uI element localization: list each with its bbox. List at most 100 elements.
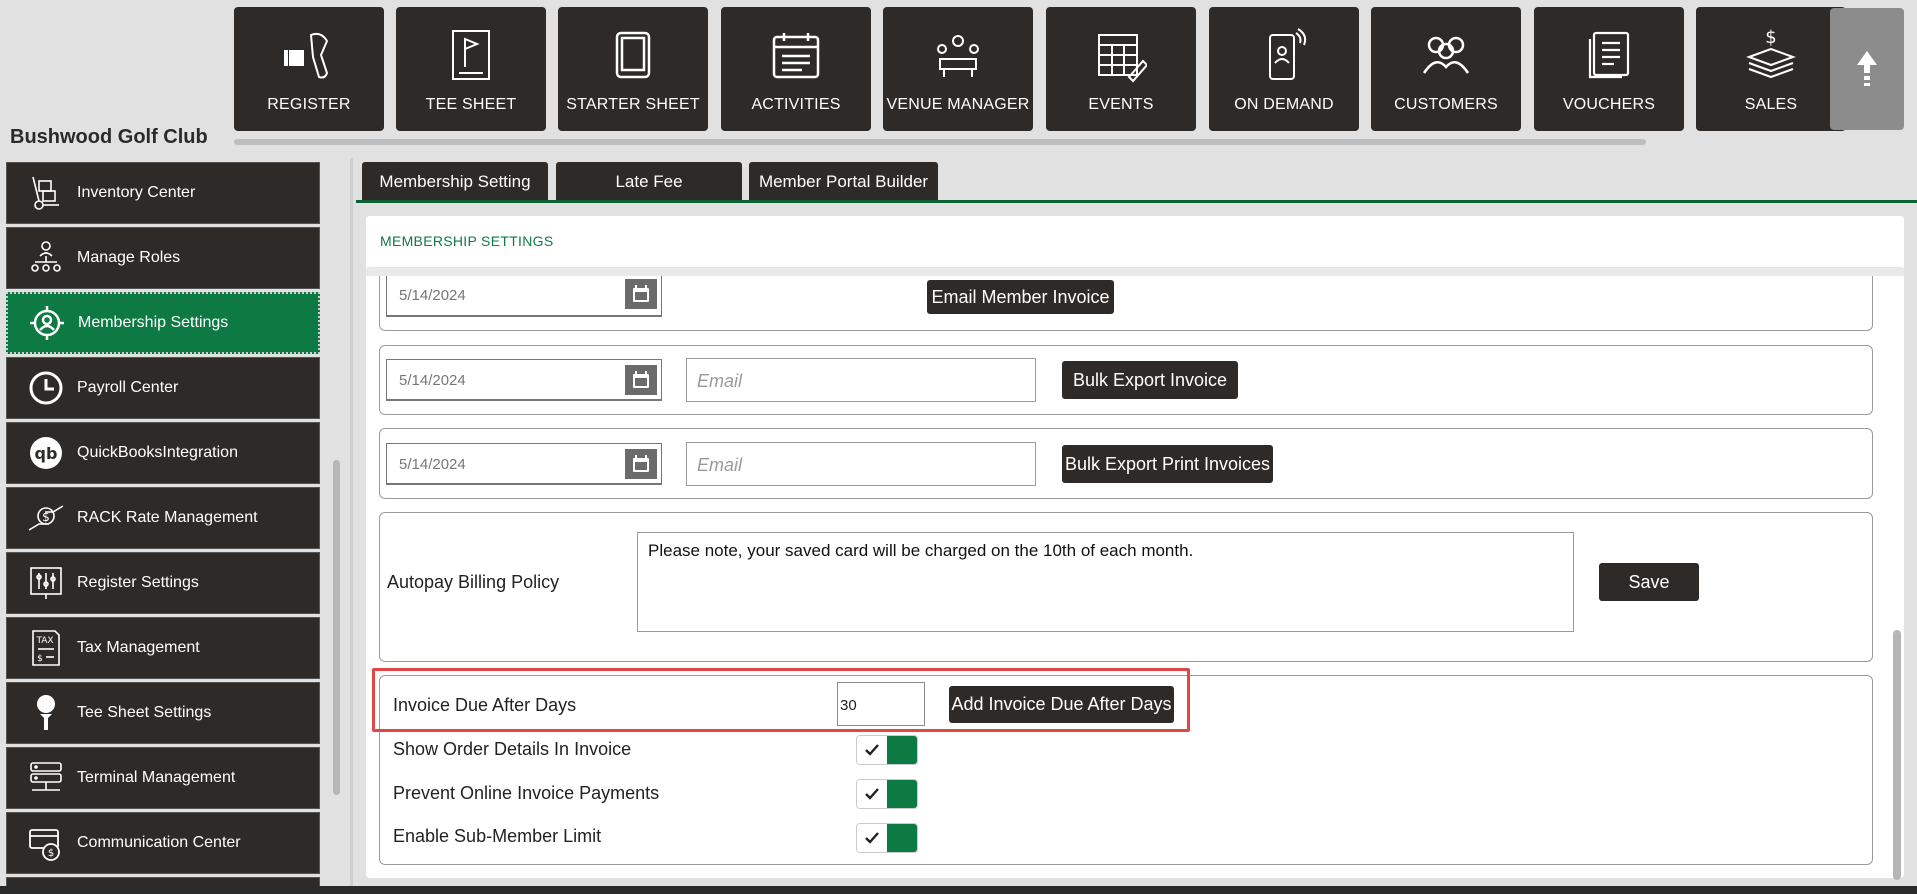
sidebar-scrollbar[interactable] (333, 460, 340, 795)
card-coin-icon: $ (21, 823, 71, 863)
nav-events[interactable]: EVENTS (1046, 7, 1196, 131)
show-order-details-label: Show Order Details In Invoice (393, 739, 632, 759)
nav-label: VOUCHERS (1562, 96, 1656, 113)
club-name: Bushwood Golf Club (10, 126, 208, 148)
tab-membership-setting[interactable]: Membership Setting (362, 162, 548, 202)
invoice-due-label: Invoice Due After Days (393, 695, 577, 715)
nav-label: CUSTOMERS (1394, 96, 1498, 113)
sidebar-item-label: Terminal Management (77, 769, 236, 786)
invoice-due-days-input[interactable]: 30 (837, 682, 925, 726)
golf-tee-icon (21, 693, 71, 733)
nav-on-demand[interactable]: ON DEMAND (1209, 7, 1359, 131)
nav-label: VENUE MANAGER (886, 96, 1030, 113)
nav-label: ON DEMAND (1234, 96, 1334, 113)
nav-register[interactable]: REGISTER (234, 7, 384, 131)
calendar-icon[interactable] (625, 449, 657, 479)
people-icon (1371, 25, 1521, 85)
sidebar-item-communication-center[interactable]: $ Communication Center (6, 812, 320, 874)
top-nav-scrollbar[interactable] (234, 139, 1646, 145)
sidebar-item-rack-rate[interactable]: $ RACK Rate Management (6, 487, 320, 549)
tablet-icon (558, 25, 708, 85)
panel-header (366, 216, 1904, 268)
calendar-icon[interactable] (625, 365, 657, 395)
calendar-edit-icon (1046, 25, 1196, 85)
panel-separator (366, 268, 1904, 276)
autopay-policy-textarea[interactable]: Please note, your saved card will be cha… (637, 532, 1574, 632)
quickbooks-icon: qb (21, 433, 71, 473)
nav-label: TEE SHEET (425, 96, 517, 113)
phone-user-icon (1209, 25, 1359, 85)
sidebar-item-label: Membership Settings (78, 314, 229, 331)
autopay-label: Autopay Billing Policy (387, 572, 560, 592)
checkmark-icon (857, 780, 887, 808)
date-field[interactable]: 5/14/2024 (386, 276, 662, 317)
sub-member-limit-toggle[interactable] (856, 823, 918, 853)
nav-starter-sheet[interactable]: STARTER SHEET (558, 7, 708, 131)
calendar-icon[interactable] (625, 279, 657, 309)
sidebar-item-inventory-center[interactable]: Inventory Center (6, 162, 320, 224)
sidebar-item-label: Inventory Center (77, 184, 196, 201)
sidebar-item-label: Manage Roles (77, 249, 181, 266)
svg-text:$: $ (37, 654, 43, 664)
tab-member-portal-builder[interactable]: Member Portal Builder (749, 162, 938, 202)
checkmark-icon (857, 736, 887, 764)
nav-sales[interactable]: $ SALES (1696, 7, 1846, 131)
flag-sheet-icon (396, 25, 546, 85)
arrow-up-icon (1857, 51, 1877, 86)
sidebar-item-tee-sheet-settings[interactable]: Tee Sheet Settings (6, 682, 320, 744)
sidebar-divider (350, 158, 353, 894)
svg-text:TAX: TAX (35, 636, 53, 646)
bottom-bar (0, 886, 1917, 894)
sub-member-limit-label: Enable Sub-Member Limit (393, 826, 602, 846)
panel-title: MEMBERSHIP SETTINGS (380, 233, 554, 249)
nav-activities[interactable]: ACTIVITIES (721, 7, 871, 131)
tax-document-icon: TAX $ (21, 628, 71, 668)
org-chart-icon (21, 238, 71, 278)
prevent-online-payments-label: Prevent Online Invoice Payments (393, 783, 660, 803)
sidebar: Inventory Center Manage Roles Membership… (6, 158, 322, 894)
meeting-table-icon (883, 25, 1033, 85)
sidebar-item-label: QuickBooksIntegration (77, 444, 238, 461)
sidebar-item-register-settings[interactable]: Register Settings (6, 552, 320, 614)
tab-late-fee[interactable]: Late Fee (556, 162, 742, 202)
sidebar-item-label: RACK Rate Management (77, 509, 258, 526)
nav-label: SALES (1744, 96, 1798, 113)
date-field[interactable]: 5/14/2024 (386, 359, 662, 401)
checkmark-icon (857, 824, 887, 852)
nav-tee-sheet[interactable]: TEE SHEET (396, 7, 546, 131)
add-invoice-due-button[interactable]: Add Invoice Due After Days (949, 686, 1174, 723)
sidebar-item-manage-roles[interactable]: Manage Roles (6, 227, 320, 289)
svg-text:qb: qb (35, 444, 58, 463)
sidebar-item-membership-settings[interactable]: Membership Settings (6, 292, 320, 354)
sliders-icon (21, 563, 71, 603)
save-button[interactable]: Save (1599, 563, 1699, 601)
sidebar-item-tax-management[interactable]: TAX $ Tax Management (6, 617, 320, 679)
calendar-list-icon (721, 25, 871, 85)
nav-customers[interactable]: CUSTOMERS (1371, 7, 1521, 131)
email-input[interactable]: Email (686, 442, 1036, 486)
scroll-top-button[interactable] (1830, 8, 1904, 130)
prevent-online-payments-toggle[interactable] (856, 779, 918, 809)
voucher-icon (1534, 25, 1684, 85)
gear-user-icon (22, 303, 72, 343)
nav-venue-manager[interactable]: VENUE MANAGER (883, 7, 1033, 131)
sidebar-item-quickbooks[interactable]: qb QuickBooksIntegration (6, 422, 320, 484)
email-member-invoice-button[interactable]: Email Member Invoice (927, 280, 1114, 314)
sidebar-item-label: Tee Sheet Settings (77, 704, 212, 721)
sidebar-item-terminal-management[interactable]: Terminal Management (6, 747, 320, 809)
hand-truck-icon (21, 173, 71, 213)
bulk-export-invoice-button[interactable]: Bulk Export Invoice (1062, 361, 1238, 399)
show-order-details-toggle[interactable] (856, 735, 918, 765)
main-scrollbar[interactable] (1893, 630, 1901, 880)
date-value: 5/14/2024 (399, 456, 466, 473)
sidebar-item-label: Communication Center (77, 834, 241, 851)
sidebar-item-payroll-center[interactable]: Payroll Center (6, 357, 320, 419)
nav-vouchers[interactable]: VOUCHERS (1534, 7, 1684, 131)
money-stack-icon: $ (1696, 25, 1846, 85)
email-input[interactable]: Email (686, 358, 1036, 402)
sidebar-item-label: Payroll Center (77, 379, 179, 396)
date-field[interactable]: 5/14/2024 (386, 443, 662, 485)
nav-label: EVENTS (1088, 96, 1154, 113)
barcode-scanner-icon (234, 25, 384, 85)
bulk-export-print-invoices-button[interactable]: Bulk Export Print Invoices (1062, 445, 1273, 483)
